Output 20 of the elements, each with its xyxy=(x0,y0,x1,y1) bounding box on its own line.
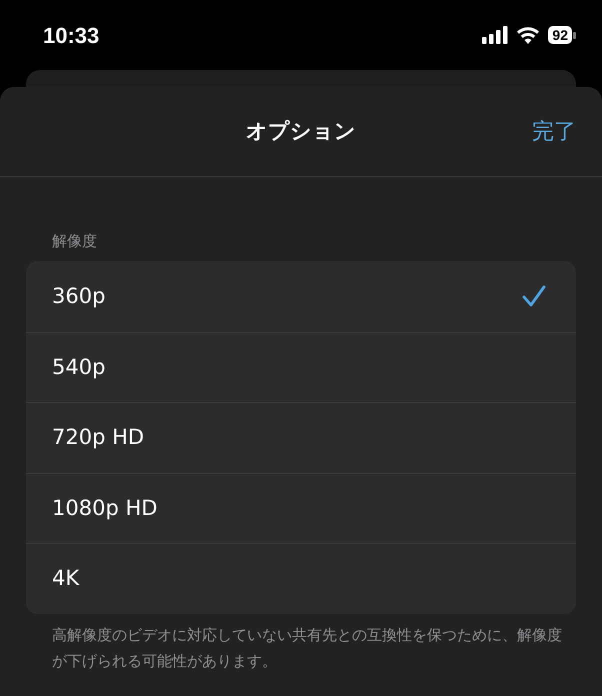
option-row[interactable]: 360p xyxy=(26,261,576,332)
option-label: 4K xyxy=(52,565,80,592)
battery-tip-icon xyxy=(573,32,576,38)
done-button[interactable]: 完了 xyxy=(532,115,576,148)
section-label: 解像度 xyxy=(52,231,98,251)
signal-icon xyxy=(482,26,508,44)
checkmark-icon xyxy=(522,285,546,308)
sheet-title: オプション xyxy=(246,118,356,145)
option-label: 1080p HD xyxy=(52,494,158,522)
battery-level: 92 xyxy=(548,26,572,44)
wifi-icon xyxy=(516,26,540,44)
option-row[interactable]: 1080p HD xyxy=(26,472,576,543)
option-row[interactable]: 4K xyxy=(26,543,576,614)
option-row[interactable]: 720p HD xyxy=(26,402,576,472)
option-row[interactable]: 540p xyxy=(26,332,576,402)
option-label: 720p HD xyxy=(52,424,144,451)
status-time: 10:33 xyxy=(43,22,100,50)
option-label: 360p xyxy=(52,282,106,310)
footer-note: 高解像度のビデオに対応していない共有先との互換性を保つために、解像度が下げられる可能性があります。 xyxy=(52,624,562,672)
option-label: 540p xyxy=(52,354,106,380)
